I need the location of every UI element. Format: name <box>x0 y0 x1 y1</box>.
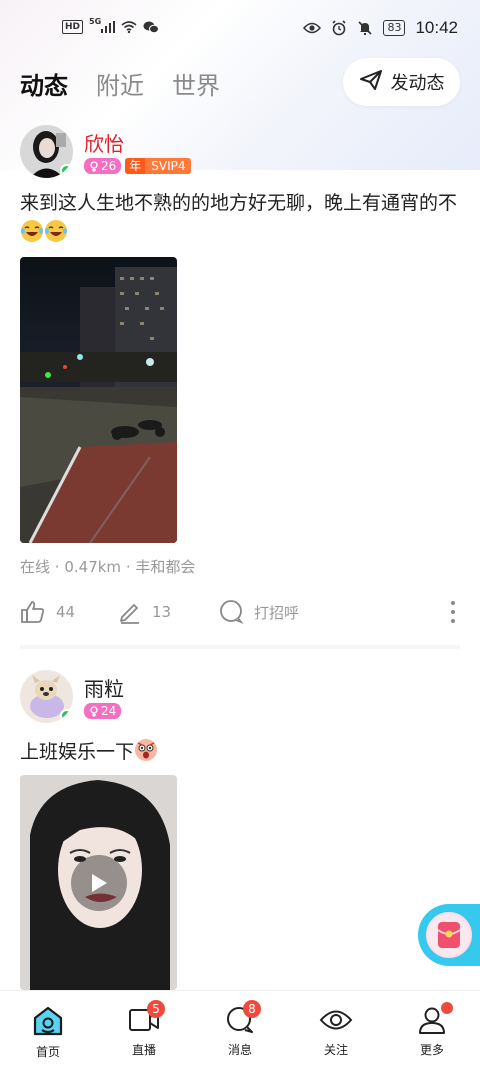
send-icon <box>359 69 383 95</box>
female-icon <box>90 705 98 717</box>
notification-dot <box>441 1002 453 1014</box>
nav-home[interactable]: 首页 <box>0 991 96 1067</box>
red-packet-button[interactable] <box>418 904 480 966</box>
alarm-icon <box>331 20 347 36</box>
status-right: 83 10:42 <box>303 18 458 38</box>
wechat-icon <box>143 20 160 34</box>
clock: 10:42 <box>415 18 458 37</box>
status-bar: HD 5G 83 10:42 <box>0 0 480 58</box>
nav-follow[interactable]: 关注 <box>288 991 384 1067</box>
video-thumbnail[interactable] <box>20 775 177 990</box>
network-type: 5G <box>89 16 102 26</box>
home-icon <box>33 1006 63 1036</box>
laughing-crying-emoji <box>44 219 68 243</box>
post-text-content: 来到这人生地不熟的的地方好无聊，晚上有通宵的不 <box>20 192 458 214</box>
wifi-icon <box>121 21 137 33</box>
like-count: 44 <box>56 603 76 621</box>
greet-button[interactable]: 打招呼 <box>218 600 418 624</box>
tab-nearby[interactable]: 附近 <box>96 66 144 101</box>
post-photo[interactable] <box>20 257 177 543</box>
nav-label: 首页 <box>35 1045 60 1059</box>
tab-world[interactable]: 世界 <box>172 66 220 101</box>
username[interactable]: 欣怡 <box>84 128 124 157</box>
vip-level: SVIP4 <box>151 159 186 173</box>
vip-prefix: 年 <box>125 158 146 174</box>
location: 丰和都会 <box>135 558 196 576</box>
eye-icon <box>319 1010 353 1030</box>
online-status: 在线 <box>20 558 51 576</box>
status-left: HD 5G <box>62 17 160 34</box>
live-badge: 5 <box>147 1000 165 1018</box>
message-badge: 8 <box>243 1000 261 1018</box>
age-value: 24 <box>101 704 117 718</box>
nav-label: 关注 <box>323 1043 348 1057</box>
bottom-nav: 首页 5 直播 8 消息 关注 更多 <box>0 990 480 1067</box>
feed: 欣怡 26 年 SVIP4 来到这人生地不熟的的地方好无聊，晚上有通宵的不 在线… <box>0 120 480 1040</box>
comment-button[interactable]: 13 <box>118 600 218 624</box>
battery-icon: 83 <box>383 20 406 36</box>
laughing-crying-emoji <box>20 219 44 243</box>
nav-live[interactable]: 5 直播 <box>96 991 192 1067</box>
post-button-label: 发动态 <box>390 73 445 94</box>
play-icon <box>91 873 107 892</box>
meta-separator: · <box>125 558 136 576</box>
mute-icon <box>357 20 373 36</box>
avatar[interactable] <box>20 125 73 178</box>
distance: 0.47km <box>64 558 122 576</box>
gender-age-badge: 26 <box>84 158 122 174</box>
post-card[interactable]: 欣怡 26 年 SVIP4 来到这人生地不熟的的地方好无聊，晚上有通宵的不 在线… <box>0 120 480 649</box>
thumbs-up-icon <box>21 601 45 623</box>
more-options-button[interactable] <box>446 600 460 624</box>
nav-messages[interactable]: 8 消息 <box>192 991 288 1067</box>
greet-label: 打招呼 <box>254 603 300 622</box>
pen-icon <box>120 604 139 624</box>
signal-icon: 5G <box>89 17 116 33</box>
chat-bubble-icon <box>220 600 244 624</box>
post-meta: 在线 · 0.47km · 丰和都会 <box>20 556 195 577</box>
shocked-emoji <box>134 738 158 762</box>
post-text-content: 上班娱乐一下 <box>20 741 135 763</box>
hd-icon: HD <box>62 20 84 34</box>
post-text: 来到这人生地不熟的的地方好无聊，晚上有通宵的不 <box>20 188 470 248</box>
more-vertical-icon <box>451 601 455 623</box>
tab-feed[interactable]: 动态 <box>20 66 68 101</box>
meta-separator: · <box>54 558 65 576</box>
post-card[interactable]: 雨粒 24 上班娱乐一下 <box>0 640 480 1040</box>
eye-comfort-icon <box>303 22 322 34</box>
nav-more[interactable]: 更多 <box>384 991 480 1067</box>
nav-label: 消息 <box>227 1043 252 1057</box>
post-button[interactable]: 发动态 <box>343 58 460 106</box>
user-badges: 26 年 SVIP4 <box>84 158 191 174</box>
gender-age-badge: 24 <box>84 703 122 719</box>
age-value: 26 <box>101 159 117 173</box>
user-badges: 24 <box>84 703 122 719</box>
like-button[interactable]: 44 <box>20 600 118 624</box>
post-actions: 44 13 打招呼 <box>20 597 460 627</box>
nav-label: 更多 <box>419 1043 444 1057</box>
post-text: 上班娱乐一下 <box>20 737 470 767</box>
vip-badge: 年 SVIP4 <box>125 158 191 174</box>
username[interactable]: 雨粒 <box>84 673 124 702</box>
online-indicator <box>60 709 73 722</box>
online-indicator <box>60 164 73 177</box>
avatar[interactable] <box>20 670 73 723</box>
nav-label: 直播 <box>131 1043 156 1057</box>
female-icon <box>90 160 98 172</box>
red-packet-icon <box>426 912 472 958</box>
feed-tabs: 动态 附近 世界 <box>20 66 220 101</box>
comment-count: 13 <box>152 603 172 621</box>
play-button[interactable] <box>70 854 127 911</box>
